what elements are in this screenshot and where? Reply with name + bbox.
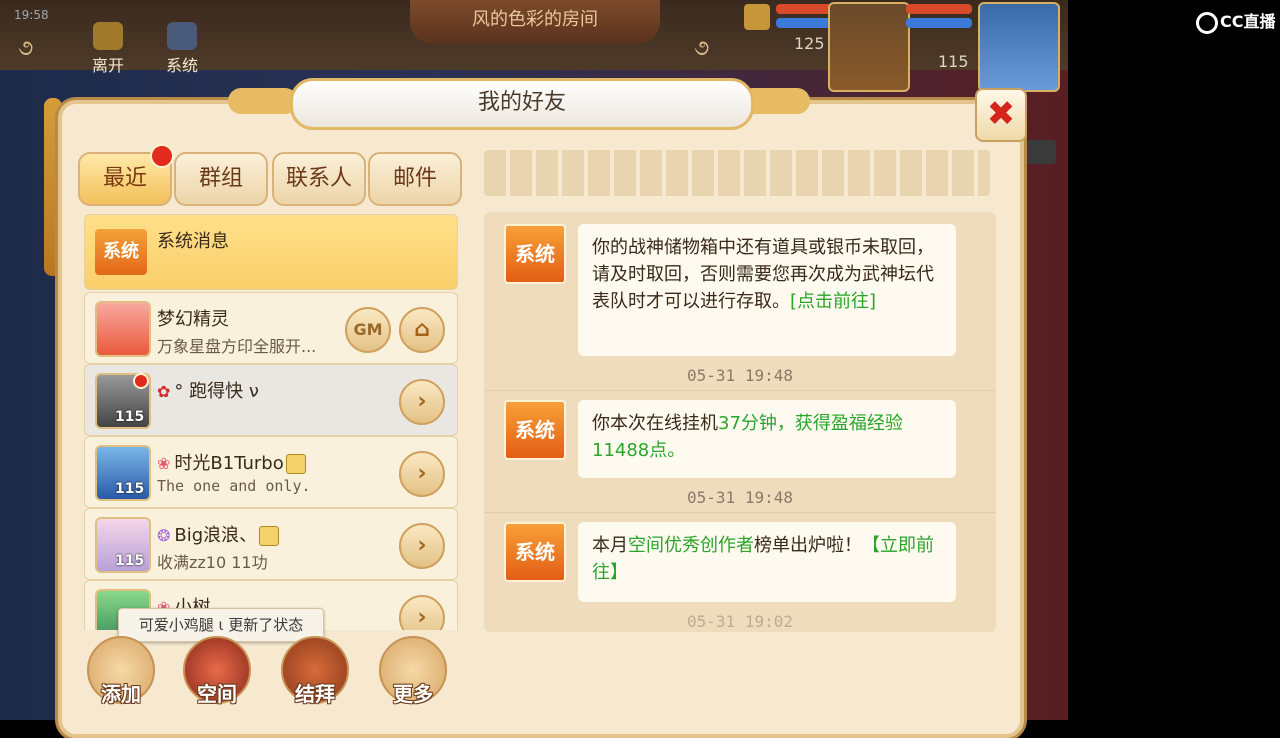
greek-key-ornament: [484, 150, 990, 196]
mp-bar: [906, 18, 972, 28]
friend-status: 收满zz10 11功: [157, 553, 268, 572]
message-time: 05-31 19:48: [687, 366, 793, 385]
divider: [484, 390, 996, 391]
leave-button[interactable]: 离开: [78, 22, 138, 76]
friend-name-text: ° 跑得快 ν: [174, 381, 259, 402]
sworn-label: 结拜: [295, 682, 335, 706]
tab-mail[interactable]: 邮件: [368, 152, 462, 206]
message-bubble: 你的战神储物箱中还有道具或银币未取回，请及时取回，否则需要您再次成为武神坛代表队…: [578, 224, 956, 356]
system-label: 系统: [165, 56, 198, 75]
message-text: 你的战神储物箱中还有道具或银币未取回，请及时取回，否则需要您再次成为武神坛代表队…: [592, 237, 934, 312]
more-button[interactable]: 更多: [378, 636, 448, 712]
message-text: 你本次在线挂机: [592, 413, 718, 434]
notification-dot: [133, 373, 149, 389]
chevron-right-icon[interactable]: ›: [399, 451, 445, 497]
chevron-right-icon[interactable]: ›: [399, 379, 445, 425]
tag-icon: [259, 526, 280, 546]
system-icon: 系统: [95, 229, 147, 275]
space-label: 空间: [197, 682, 237, 706]
message-bubble: 本月空间优秀创作者榜单出炉啦！【立即前往】: [578, 522, 956, 602]
badge-icon: ❂: [157, 526, 171, 545]
system-icon: 系统: [504, 400, 566, 460]
clock: 19:58: [14, 8, 49, 22]
friend-name: ❂ Big浪浪、: [157, 521, 280, 547]
message-text: 榜单出炉啦！: [754, 535, 862, 556]
gm-button[interactable]: GM: [345, 307, 391, 353]
home-icon[interactable]: ⌂: [399, 307, 445, 353]
chevron-right-icon[interactable]: ›: [399, 523, 445, 569]
friend-status: The one and only.: [157, 477, 311, 495]
room-title: 风的色彩的房间: [410, 0, 660, 44]
add-friend-button[interactable]: 添加: [86, 636, 156, 712]
player2-level: 115: [938, 52, 969, 71]
dialog-title: 我的好友: [290, 78, 754, 130]
list-item[interactable]: 115 ❂ Big浪浪、 收满zz10 11功 ›: [84, 508, 458, 580]
system-icon: 系统: [504, 522, 566, 582]
chevron-right-icon[interactable]: ›: [399, 595, 445, 630]
rank-icon: [744, 4, 770, 30]
more-label: 更多: [393, 682, 433, 706]
flower-icon: ❀: [157, 454, 171, 473]
camera-icon[interactable]: [1026, 140, 1056, 164]
system-icon: 系统: [504, 224, 566, 284]
list-item-system[interactable]: 系统 系统消息: [84, 214, 458, 290]
divider: [484, 512, 996, 513]
list-item[interactable]: 115 ❀ 时光B1Turbo The one and only. ›: [84, 436, 458, 508]
friend-name: ❀ 时光B1Turbo: [157, 449, 306, 475]
list-item[interactable]: 115 ✿ ° 跑得快 ν ›: [84, 364, 458, 436]
message-time: 05-31 19:02: [687, 612, 793, 631]
list-item[interactable]: 梦幻精灵 万象星盘方印全服开... GM ⌂: [84, 292, 458, 364]
level-badge: 115: [115, 553, 145, 569]
system-button[interactable]: 系统: [152, 22, 212, 76]
player1-avatar[interactable]: [828, 2, 910, 92]
friend-name-text: 时光B1Turbo: [174, 453, 284, 474]
message-area[interactable]: 系统 你的战神储物箱中还有道具或银币未取回，请及时取回，否则需要您再次成为武神坛…: [484, 212, 996, 632]
friend-list[interactable]: 系统 系统消息 梦幻精灵 万象星盘方印全服开... GM ⌂ 115 ✿ ° 跑得…: [84, 214, 458, 630]
watermark-text: CC直播: [1220, 12, 1276, 31]
message-highlight: 空间优秀创作者: [628, 535, 754, 556]
message-link[interactable]: [点击前往]: [790, 291, 876, 312]
friend-name: ✿ ° 跑得快 ν: [157, 377, 259, 403]
friend-name: 系统消息: [157, 231, 229, 252]
add-label: 添加: [101, 682, 141, 706]
friend-name: 梦幻精灵: [157, 309, 229, 330]
message-bubble: 你本次在线挂机37分钟，获得盈福经验11488点。: [578, 400, 956, 478]
watermark: CC直播: [1196, 8, 1276, 34]
hp-bar: [906, 4, 972, 14]
message-text: 本月: [592, 535, 628, 556]
notification-dot: [150, 144, 174, 168]
friend-name-text: Big浪浪、: [174, 525, 258, 546]
clover-icon: ✿: [157, 382, 171, 401]
player1-level: 125: [794, 34, 825, 53]
space-button[interactable]: 空间: [182, 636, 252, 712]
leave-label: 离开: [91, 56, 124, 75]
tag-icon: [285, 454, 306, 474]
player2-avatar[interactable]: [978, 2, 1060, 92]
friend-status: 万象星盘方印全服开...: [157, 337, 317, 356]
close-button[interactable]: ✖: [975, 88, 1027, 142]
cc-logo-icon: [1196, 11, 1218, 34]
title-wing-left: [228, 88, 298, 114]
level-badge: 115: [115, 409, 145, 425]
level-badge: 115: [115, 481, 145, 497]
door-icon: [93, 22, 123, 50]
swirl-ornament: ૭: [694, 36, 710, 61]
sworn-button[interactable]: 结拜: [280, 636, 350, 712]
close-icon: ✖: [986, 94, 1016, 134]
player2-bars: [906, 4, 972, 32]
tab-contacts[interactable]: 联系人: [272, 152, 366, 206]
message-time: 05-31 19:48: [687, 488, 793, 507]
avatar: [95, 301, 151, 357]
swirl-ornament: ૭: [18, 36, 34, 61]
tab-groups[interactable]: 群组: [174, 152, 268, 206]
gear-icon: [167, 22, 197, 50]
